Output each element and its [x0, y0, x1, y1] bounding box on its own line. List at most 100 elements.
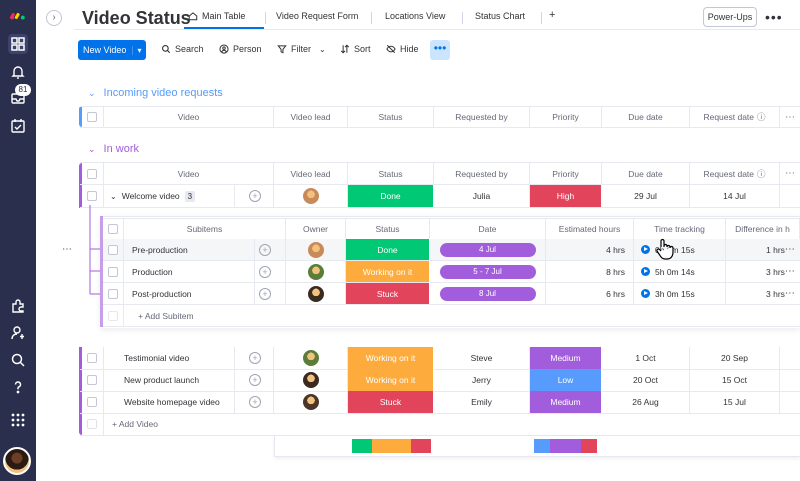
subitem-checkbox-cell[interactable]: [102, 283, 124, 305]
status-label[interactable]: Stuck: [346, 283, 430, 305]
column-header-due-date[interactable]: Due date: [602, 162, 690, 185]
column-header-requested-by[interactable]: Requested by: [434, 106, 530, 128]
date-range-pill[interactable]: 5 - 7 Jul: [439, 264, 536, 279]
time-tracking-cell[interactable]: 5h 0m 14s: [634, 261, 726, 283]
group-title[interactable]: In work: [104, 143, 139, 155]
search-icon[interactable]: [8, 350, 28, 370]
filter-button[interactable]: Filter ⌄: [277, 44, 326, 54]
avatar[interactable]: [302, 372, 319, 388]
user-avatar[interactable]: [3, 447, 31, 475]
item-name[interactable]: Website homepage video: [124, 397, 220, 407]
avatar[interactable]: [302, 394, 319, 410]
subitem-name-cell[interactable]: Production +: [124, 261, 286, 283]
row-menu-icon[interactable]: ⋯: [62, 244, 73, 255]
request-date-cell[interactable]: 14 Jul: [690, 185, 780, 208]
add-update-icon[interactable]: +: [259, 243, 271, 256]
checkbox[interactable]: [86, 397, 97, 407]
tab-main-table[interactable]: Main Table: [188, 11, 245, 21]
subitem-header-date[interactable]: Date: [430, 218, 546, 240]
difference-cell[interactable]: 1 hrs ⋯: [726, 239, 800, 261]
info-icon[interactable]: ⓘ: [757, 111, 766, 123]
tab-locations-view[interactable]: Locations View: [385, 11, 445, 21]
group-header-incoming[interactable]: ⌄ Incoming video requests: [88, 87, 223, 99]
board-menu-button[interactable]: •••: [765, 9, 783, 25]
play-icon[interactable]: [641, 289, 650, 298]
row-checkbox-cell[interactable]: [80, 391, 104, 414]
subitem-header-difference[interactable]: Difference in h: [726, 218, 800, 240]
timeline-cell[interactable]: 8 Jul: [430, 283, 546, 305]
column-header-due-date[interactable]: Due date: [602, 106, 690, 128]
row-checkbox-cell[interactable]: [80, 369, 104, 392]
play-icon[interactable]: [641, 267, 650, 276]
add-update-icon[interactable]: +: [259, 287, 271, 300]
chevron-down-icon[interactable]: ⌄: [88, 88, 96, 99]
due-date-cell[interactable]: 1 Oct: [602, 347, 690, 370]
tab-status-chart[interactable]: Status Chart: [475, 11, 525, 21]
owner-cell[interactable]: [286, 239, 346, 261]
status-label[interactable]: Done: [346, 239, 430, 261]
owner-cell[interactable]: [286, 261, 346, 283]
column-header-video[interactable]: Video: [104, 162, 274, 185]
checkbox[interactable]: [107, 266, 118, 277]
status-label[interactable]: Stuck: [348, 391, 434, 414]
group-title[interactable]: Incoming video requests: [104, 87, 223, 99]
requested-by-cell[interactable]: Jerry: [434, 369, 530, 392]
subitem-name-cell[interactable]: Post-production +: [124, 283, 286, 305]
play-icon[interactable]: [641, 245, 650, 254]
due-date-cell[interactable]: 29 Jul: [602, 185, 690, 208]
item-name[interactable]: Welcome video: [122, 191, 180, 201]
person-filter-button[interactable]: Person: [219, 44, 262, 54]
column-header-request-date[interactable]: Request date ⓘ: [690, 162, 780, 185]
subitem-checkbox-cell[interactable]: [102, 261, 124, 283]
add-update-icon[interactable]: +: [249, 352, 261, 364]
add-update-icon[interactable]: +: [249, 374, 261, 386]
subitem-name[interactable]: Production: [132, 267, 173, 277]
checkbox[interactable]: [107, 224, 118, 234]
subitem-header-subitems[interactable]: Subitems: [124, 218, 286, 240]
priority-label[interactable]: Medium: [530, 391, 602, 414]
checkbox[interactable]: [86, 353, 97, 363]
due-date-cell[interactable]: 26 Aug: [602, 391, 690, 414]
avatar[interactable]: [307, 263, 324, 280]
subitem-name[interactable]: Pre-production: [132, 245, 188, 255]
subitem-header-status[interactable]: Status: [346, 218, 430, 240]
chevron-down-icon[interactable]: ⌄: [88, 144, 96, 155]
estimated-hours-cell[interactable]: 8 hrs: [546, 261, 634, 283]
column-header-priority[interactable]: Priority: [530, 162, 602, 185]
column-header-video-lead[interactable]: Video lead: [274, 106, 348, 128]
help-icon[interactable]: [8, 377, 28, 397]
chevron-right-icon[interactable]: ›: [46, 10, 62, 26]
checkbox[interactable]: [107, 244, 118, 255]
apps-icon[interactable]: [8, 410, 28, 430]
subitem-header-time-tracking[interactable]: Time tracking: [634, 218, 726, 240]
column-header-requested-by[interactable]: Requested by: [434, 162, 530, 185]
request-date-cell[interactable]: 15 Oct: [690, 369, 780, 392]
requested-by-cell[interactable]: Emily: [434, 391, 530, 414]
difference-cell[interactable]: 3 hrs ⋯: [726, 261, 800, 283]
requested-by-cell[interactable]: Julia: [434, 185, 530, 208]
powerups-button[interactable]: Power-Ups: [703, 7, 757, 27]
checkbox[interactable]: [86, 375, 97, 385]
board-title[interactable]: Video Status: [82, 8, 191, 29]
column-header-video[interactable]: Video: [104, 106, 274, 128]
row-menu-icon[interactable]: ⋯: [785, 288, 795, 299]
priority-label[interactable]: High: [530, 185, 602, 208]
time-tracking-cell[interactable]: 3h 0m 15s: [634, 283, 726, 305]
column-header-video-lead[interactable]: Video lead: [274, 162, 348, 185]
home-grid-icon[interactable]: [8, 34, 28, 54]
checkbox[interactable]: [86, 112, 97, 122]
date-range-pill[interactable]: 8 Jul: [439, 286, 536, 301]
avatar[interactable]: [302, 350, 319, 366]
status-label[interactable]: Working on it: [348, 347, 434, 370]
person-cell[interactable]: [274, 347, 348, 370]
status-label[interactable]: Done: [348, 185, 434, 208]
sort-button[interactable]: Sort: [340, 44, 371, 54]
select-all-cell[interactable]: [80, 162, 104, 185]
item-name-cell[interactable]: Website homepage video +: [104, 391, 274, 414]
add-update-icon[interactable]: +: [249, 190, 261, 202]
invite-user-icon[interactable]: [8, 323, 28, 343]
search-button[interactable]: Search: [161, 44, 204, 54]
checkbox[interactable]: [86, 191, 97, 201]
add-item-button[interactable]: + Add Video: [104, 413, 800, 436]
priority-label[interactable]: Low: [530, 369, 602, 392]
